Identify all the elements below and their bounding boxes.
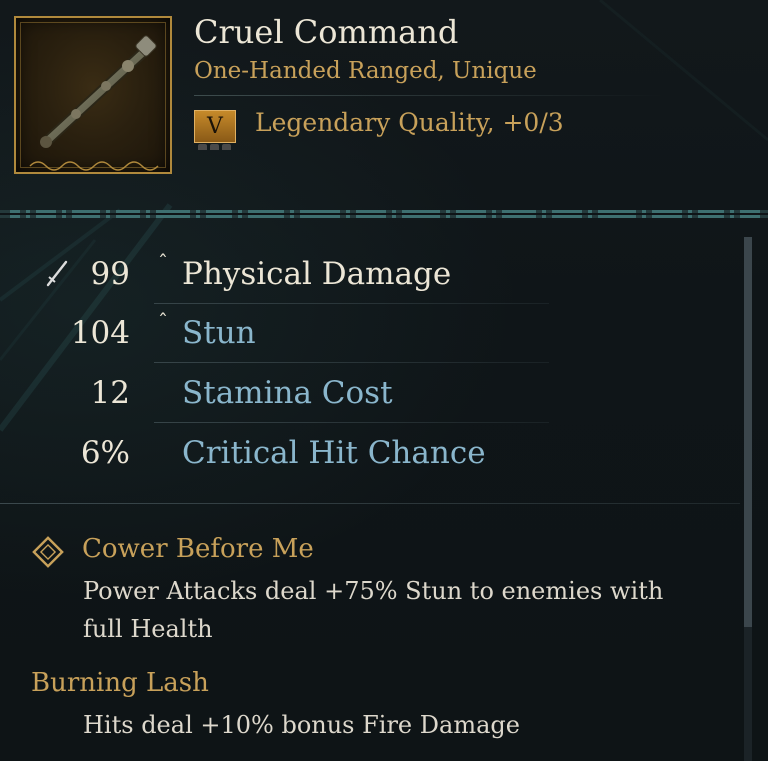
scroll-thumb[interactable] bbox=[744, 237, 752, 627]
stat-row-critical-hit-chance: 6% Critical Hit Chance bbox=[0, 427, 740, 483]
item-tooltip: Cruel Command One-Handed Ranged, Unique … bbox=[0, 0, 768, 761]
stat-label: Stamina Cost bbox=[182, 375, 393, 411]
item-image-frame[interactable] bbox=[14, 16, 172, 174]
perk-title: Cower Before Me bbox=[82, 534, 314, 564]
perk-description-line: full Health bbox=[83, 615, 213, 643]
scepter-icon bbox=[29, 35, 159, 171]
header-rule bbox=[194, 95, 664, 96]
stat-label: Critical Hit Chance bbox=[182, 435, 486, 471]
stat-value: 6% bbox=[80, 435, 130, 471]
stat-value: 99 bbox=[90, 256, 130, 292]
scrollbar[interactable] bbox=[744, 237, 752, 761]
diamond-icon bbox=[32, 536, 64, 568]
perk-description-line: Hits deal +10% bonus Fire Damage bbox=[83, 711, 520, 739]
quality-pips bbox=[198, 144, 238, 152]
stat-row-physical-damage: 99 ˆ Physical Damage bbox=[0, 248, 740, 304]
stat-label: Stun bbox=[182, 315, 256, 351]
perk-description: Hits deal +10% bonus Fire Damage bbox=[83, 706, 520, 744]
stat-row-stamina-cost: 12 Stamina Cost bbox=[0, 367, 740, 423]
quality-badge: V bbox=[194, 110, 236, 143]
stat-value: 12 bbox=[90, 375, 130, 411]
improved-marker: ˆ bbox=[158, 250, 168, 274]
item-name: Cruel Command bbox=[194, 13, 459, 51]
stat-value: 104 bbox=[70, 315, 130, 351]
perk-description: Power Attacks deal +75% Stun to enemies … bbox=[83, 572, 663, 648]
stat-label: Physical Damage bbox=[182, 256, 452, 292]
ornamental-divider bbox=[0, 210, 768, 218]
section-divider bbox=[0, 503, 740, 504]
sword-icon bbox=[46, 260, 68, 287]
perk-description-line: Power Attacks deal +75% Stun to enemies … bbox=[83, 577, 664, 605]
quality-text: Legendary Quality, +0/3 bbox=[255, 108, 564, 137]
item-type: One-Handed Ranged, Unique bbox=[194, 58, 537, 84]
improved-marker: ˆ bbox=[158, 309, 168, 333]
perk-title: Burning Lash bbox=[31, 668, 209, 698]
stat-row-stun: 104 ˆ Stun bbox=[0, 307, 740, 363]
